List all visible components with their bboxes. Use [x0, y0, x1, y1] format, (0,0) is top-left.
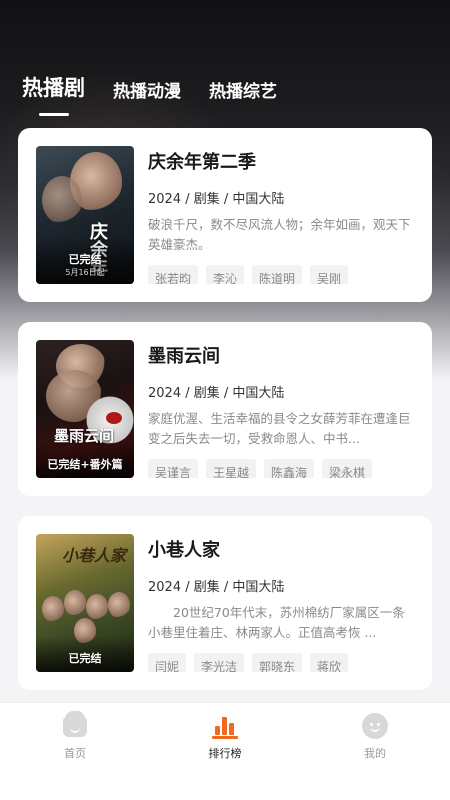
poster-figure: [42, 176, 82, 224]
poster-status: 已完结: [68, 253, 102, 266]
cast-chip[interactable]: 闫妮: [148, 653, 187, 672]
nav-label: 我的: [364, 747, 386, 760]
cast-chip[interactable]: 王星越: [206, 459, 257, 478]
category-tabs: 热播剧 热播动漫 热播综艺: [22, 66, 277, 116]
poster-accent: [106, 412, 122, 424]
tab-label: 热播剧: [22, 76, 85, 100]
poster-status-badge: 已完结+番外篇: [36, 442, 134, 478]
show-title: 墨雨云间: [148, 346, 220, 367]
nav-ranking[interactable]: 排行榜: [170, 713, 280, 800]
bottom-navigation: 首页 排行榜 我的: [0, 702, 450, 800]
cast-chip[interactable]: 张若昀: [148, 265, 199, 284]
cast-list: 闫妮 李光洁 郭晓东 蒋欣: [148, 653, 416, 672]
show-meta: 2024 / 剧集 / 中国大陆: [148, 580, 285, 595]
cast-chip[interactable]: 李沁: [206, 265, 245, 284]
tab-label: 热播动漫: [113, 82, 181, 102]
show-meta: 2024 / 剧集 / 中国大陆: [148, 386, 285, 401]
tab-hot-anime[interactable]: 热播动漫: [113, 77, 181, 116]
home-icon: [62, 711, 88, 739]
cast-chip[interactable]: 郭晓东: [252, 653, 303, 672]
show-list: 庆余年 已完结 5月16日起 庆余年第二季 2024 / 剧集 / 中国大陆 破…: [18, 128, 432, 710]
poster-figure: [86, 594, 108, 620]
show-meta: 2024 / 剧集 / 中国大陆: [148, 192, 285, 207]
show-poster[interactable]: 庆余年 已完结 5月16日起: [36, 146, 134, 284]
show-poster[interactable]: 小巷人家 已完结: [36, 534, 134, 672]
poster-overlay-text: 5月16日起: [65, 268, 105, 277]
poster-status: 已完结+番外篇: [47, 458, 123, 471]
cast-chip[interactable]: 吴刚: [310, 265, 349, 284]
poster-status-badge: 已完结: [36, 636, 134, 672]
show-poster[interactable]: 墨雨云间 已完结+番外篇: [36, 340, 134, 478]
nav-label: 排行榜: [208, 747, 242, 760]
show-title: 庆余年第二季: [148, 152, 256, 173]
cast-list: 吴谨言 王星越 陈鑫海 梁永棋: [148, 459, 416, 478]
nav-home[interactable]: 首页: [20, 711, 130, 800]
cast-chip[interactable]: 梁永棋: [322, 459, 373, 478]
nav-profile[interactable]: 我的: [320, 713, 430, 800]
show-description: 家庭优渥、生活幸福的县令之女薛芳菲在遭逢巨变之后失去一切，受救命恩人、中书...: [148, 411, 411, 446]
tab-hot-dramas[interactable]: 热播剧: [22, 72, 85, 116]
poster-status: 已完结: [68, 652, 102, 665]
poster-figure: [64, 590, 86, 616]
cast-list: 张若昀 李沁 陈道明 吴刚: [148, 265, 416, 284]
ranking-icon: [212, 713, 238, 739]
show-card[interactable]: 墨雨云间 已完结+番外篇 墨雨云间 2024 / 剧集 / 中国大陆 家庭优渥、…: [18, 322, 432, 496]
show-card[interactable]: 小巷人家 已完结 小巷人家 2024 / 剧集 / 中国大陆 20世纪70年代末…: [18, 516, 432, 690]
active-tab-indicator: [38, 113, 69, 116]
show-info: 墨雨云间 2024 / 剧集 / 中国大陆 家庭优渥、生活幸福的县令之女薛芳菲在…: [148, 340, 416, 478]
tab-hot-variety[interactable]: 热播综艺: [209, 77, 277, 116]
poster-title-art: 小巷人家: [62, 546, 127, 565]
poster-status-badge: 已完结 5月16日起: [36, 237, 134, 284]
cast-chip[interactable]: 蒋欣: [310, 653, 349, 672]
show-description: 破浪千尺，数不尽风流人物；余年如画，观天下英雄豪杰。: [148, 217, 411, 252]
show-card[interactable]: 庆余年 已完结 5月16日起 庆余年第二季 2024 / 剧集 / 中国大陆 破…: [18, 128, 432, 302]
show-info: 小巷人家 2024 / 剧集 / 中国大陆 20世纪70年代末，苏州棉纺厂家属区…: [148, 534, 416, 672]
tab-label: 热播综艺: [209, 82, 277, 102]
show-info: 庆余年第二季 2024 / 剧集 / 中国大陆 破浪千尺，数不尽风流人物；余年如…: [148, 146, 416, 284]
profile-icon: [362, 713, 388, 739]
poster-figure: [42, 596, 64, 622]
cast-chip[interactable]: 陈道明: [252, 265, 303, 284]
nav-label: 首页: [64, 747, 86, 760]
cast-chip[interactable]: 吴谨言: [148, 459, 199, 478]
show-description: 20世纪70年代末，苏州棉纺厂家属区一条小巷里住着庄、林两家人。正值高考恢 ..…: [148, 605, 405, 640]
poster-figure: [108, 592, 130, 618]
cast-chip[interactable]: 李光洁: [194, 653, 245, 672]
show-title: 小巷人家: [148, 540, 220, 561]
cast-chip[interactable]: 陈鑫海: [264, 459, 315, 478]
